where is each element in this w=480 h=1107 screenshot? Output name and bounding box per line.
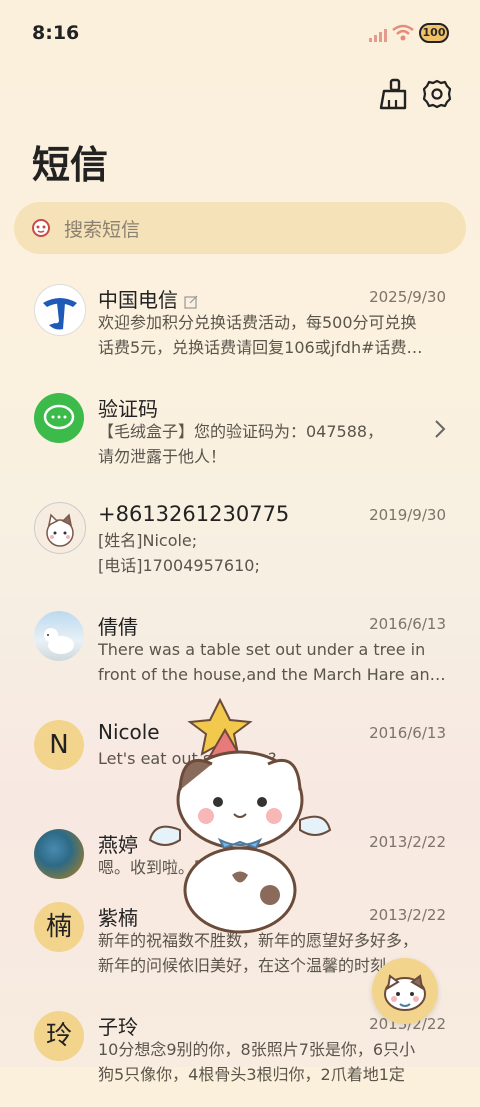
status-time: 8:16	[32, 22, 80, 44]
gear-icon[interactable]	[422, 78, 452, 110]
message-item[interactable]: 验证码 【毛绒盒子】您的验证码为：047588， 请勿泄露于他人！	[0, 379, 480, 489]
message-date: 2025/9/30	[369, 288, 446, 306]
telecom-logo-icon	[36, 286, 84, 334]
message-date: 2016/6/13	[369, 724, 446, 742]
broom-icon[interactable]	[378, 78, 408, 110]
message-preview: There was a table set out under a tree i…	[98, 640, 446, 684]
message-item[interactable]: +8613261230775 2019/9/30 [姓名]Nicole; [电话…	[0, 488, 480, 598]
contact-name: 紫楠	[98, 906, 138, 930]
cat-icon	[46, 513, 74, 547]
message-item[interactable]: N Nicole 2016/6/13 Let's eat out,shall w…	[0, 706, 480, 816]
letter-avatar: 玲	[34, 1011, 84, 1061]
search-bar[interactable]: 搜索短信	[14, 202, 466, 254]
message-item[interactable]: 中国电信 2025/9/30 欢迎参加积分兑换话费活动，每500分可兑换 话费5…	[0, 270, 480, 380]
chevron-right-icon[interactable]	[434, 419, 446, 439]
contact-name: 倩倩	[98, 615, 138, 639]
message-preview: 嗯。收到啦。同乐同乐。	[98, 858, 275, 877]
battery-icon: 100	[419, 23, 449, 43]
search-icon	[32, 219, 50, 237]
polar-bear-icon	[44, 628, 74, 654]
compose-button[interactable]	[372, 958, 438, 1024]
message-date: 2013/2/22	[369, 833, 446, 851]
contact-name: Nicole	[98, 720, 160, 744]
wifi-icon	[392, 24, 414, 41]
contact-name: 中国电信	[98, 284, 198, 313]
message-preview: 10分想念9别的你，8张照片7张是你，6只小 狗5只像你，4根骨头3根归你，2爪…	[98, 1040, 416, 1084]
cat-avatar	[34, 502, 86, 554]
signal-icon	[369, 29, 387, 42]
search-input[interactable]: 搜索短信	[64, 215, 140, 242]
sms-avatar	[34, 393, 84, 443]
polar-bear-avatar	[34, 611, 84, 661]
message-item[interactable]: 倩倩 2016/6/13 There was a table set out u…	[0, 597, 480, 707]
contact-name: 验证码	[98, 397, 158, 421]
contact-name: +8613261230775	[98, 502, 290, 526]
compose-icon	[384, 974, 426, 1011]
message-preview: Let's eat out,shall we?	[98, 749, 277, 768]
status-bar: 8:16 100	[0, 0, 480, 64]
edit-icon	[184, 295, 198, 309]
telecom-avatar	[34, 284, 86, 336]
message-preview: 【毛绒盒子】您的验证码为：047588， 请勿泄露于他人！	[98, 422, 384, 466]
letter-avatar: 楠	[34, 902, 84, 952]
photo-avatar	[34, 829, 84, 879]
message-preview: 欢迎参加积分兑换话费活动，每500分可兑换 话费5元，兑换话费请回复106或jf…	[98, 313, 423, 357]
chat-bubble-icon	[43, 404, 75, 430]
letter-avatar: N	[34, 720, 84, 770]
page-title: 短信	[32, 143, 109, 187]
message-date: 2013/2/22	[369, 906, 446, 924]
contact-name: 燕婷	[98, 833, 138, 857]
message-date: 2016/6/13	[369, 615, 446, 633]
message-date: 2019/9/30	[369, 506, 446, 524]
contact-name: 子玲	[98, 1015, 138, 1039]
message-preview: [姓名]Nicole; [电话]17004957610;	[98, 531, 260, 575]
